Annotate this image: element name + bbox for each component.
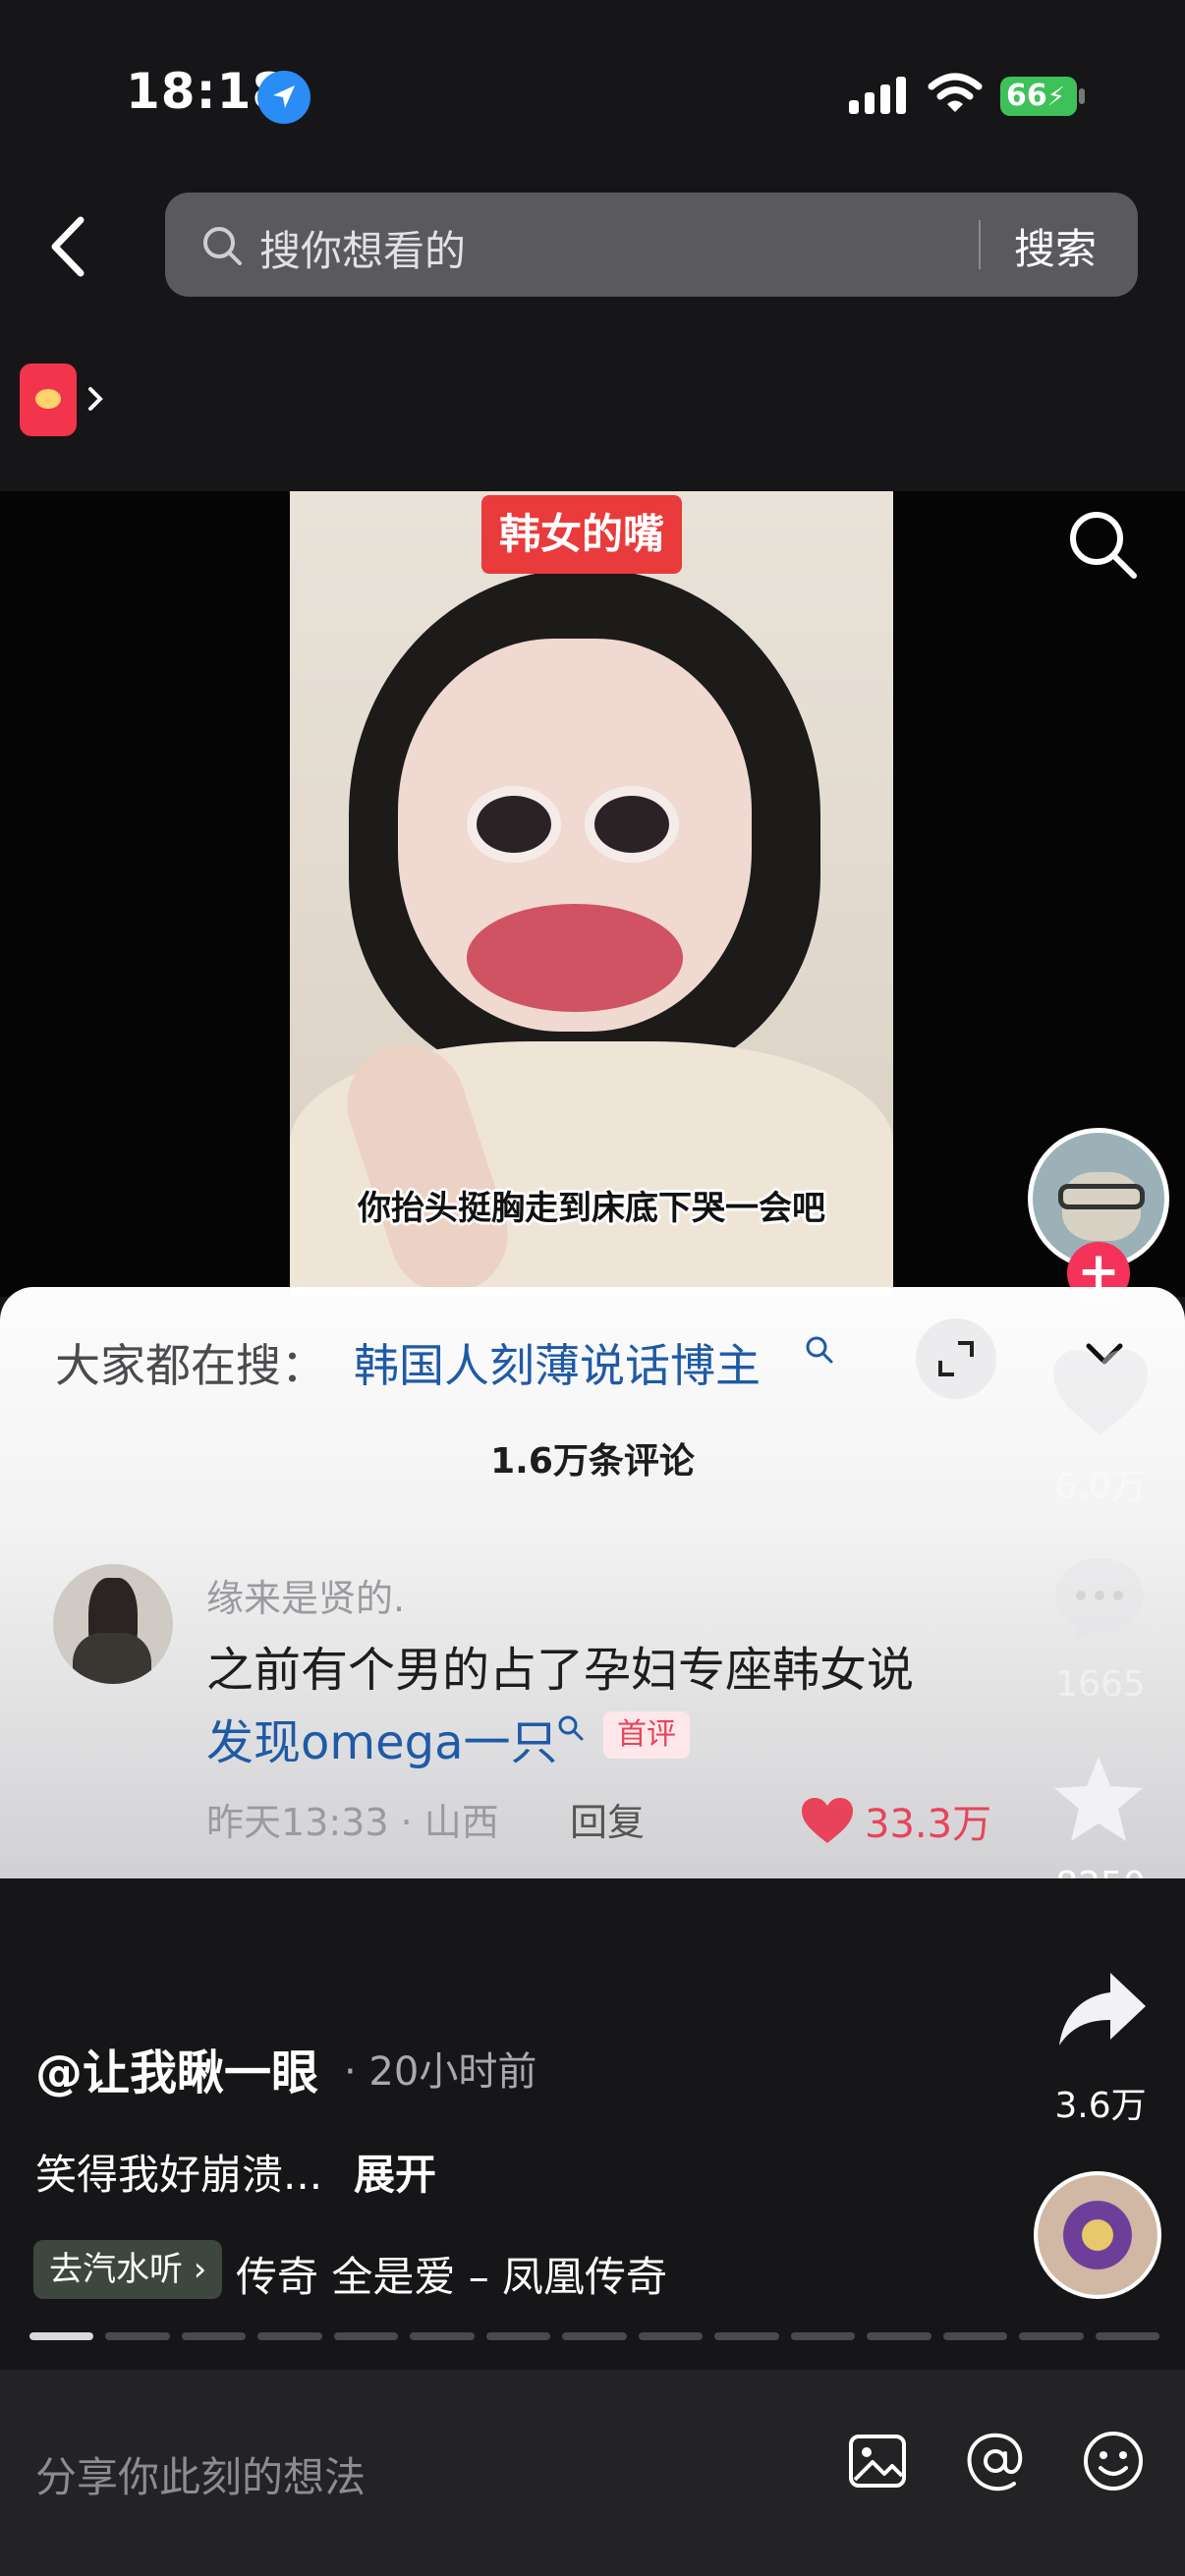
search-icon [558,1715,584,1741]
search-button[interactable]: 搜索 [1014,216,1097,276]
progress-segment [410,2332,475,2340]
avatar[interactable] [53,1564,173,1684]
avatar-glasses [1058,1184,1145,1209]
progress-segment [942,2332,1008,2340]
everyone-searching-link[interactable]: 韩国人刻薄说话博主 [354,1330,761,1395]
back-icon[interactable] [39,212,98,281]
comment-text: 之前有个男的占了孕妇专座韩女说 [206,1643,915,1698]
battery-tip [1079,88,1085,104]
progress-segment [257,2332,322,2340]
search-icon[interactable] [1065,507,1140,582]
mention-at-icon[interactable] [963,2429,1028,2493]
qishui-listen-button[interactable]: 去汽水听 › [33,2240,223,2299]
like-count: 6.0万 [1054,1467,1147,1507]
progress-segment [105,2332,170,2340]
progress-segment [790,2332,856,2340]
battery-level: 66 [1006,79,1047,113]
status-bar: 18:18 66⚡ [0,0,1185,187]
post-author[interactable]: @让我瞅一眼 [35,2034,318,2102]
progress-segment [181,2332,247,2340]
progress-segment [1019,2332,1084,2340]
cellular-signal-icon [849,77,906,114]
comment-like-count: 33.3万 [865,1802,992,1847]
progress-segment [333,2332,399,2340]
comment-bubble-icon[interactable] [1049,1552,1150,1647]
comments-panel: 大家都在搜： 韩国人刻薄说话博主 1.6万条评论 缘来是贤的. 之前有个男的占了… [0,1287,1185,1878]
video-subtitle: 你抬头挺胸走到床底下哭一会吧 [358,1189,825,1228]
expand-icon [938,1341,974,1376]
search-icon [806,1336,833,1364]
location-arrow-icon [257,71,310,124]
progress-segment [29,2332,94,2340]
song-ticker[interactable]: 传奇 全是爱 – 凤凰传奇 [236,2244,717,2304]
comment-input[interactable]: 分享你此刻的想法 [35,2444,366,2504]
progress-segment [562,2332,627,2340]
video-frame: 韩女的嘴 你抬头挺胸走到床底下哭一会吧 [290,491,893,1297]
share-count: 3.6万 [1054,2086,1147,2126]
carousel-progress [29,2332,1160,2340]
emoji-icon[interactable] [1081,2429,1146,2493]
reply-button[interactable]: 回复 [570,1792,645,1846]
search-icon [203,227,242,265]
everyone-searching-label: 大家都在搜： [55,1339,326,1392]
avatar-body [73,1633,151,1684]
progress-segment [485,2332,551,2340]
progress-segment [714,2332,779,2340]
post-time: · 20小时前 [344,2049,537,2095]
share-arrow-icon[interactable] [1055,1969,1148,2047]
comment-author[interactable]: 缘来是贤的. [206,1568,405,1622]
comment-count-title: 1.6万条评论 [490,1441,695,1482]
eye-right [585,786,679,863]
video-title-tag: 韩女的嘴 [481,495,683,574]
search-bar[interactable]: 搜你想看的 搜索 [165,193,1138,297]
post-description: 笑得我好崩溃... [35,2151,323,2199]
red-envelope-icon[interactable] [20,364,77,436]
battery-indicator: 66⚡ [1000,77,1077,116]
expand-button[interactable] [916,1318,996,1399]
favorite-star-icon[interactable] [1049,1753,1148,1847]
video-player[interactable]: 韩女的嘴 你抬头挺胸走到床底下哭一会吧 [0,491,1185,1297]
wifi-icon [928,73,983,112]
eye-left [467,786,561,863]
first-comment-badge: 首评 [603,1711,690,1759]
comment-meta: 昨天13:33 · 山西 [206,1801,499,1844]
search-input[interactable]: 搜你想看的 [259,218,466,278]
comment-input-bar: 分享你此刻的想法 [0,2370,1185,2576]
search-divider [979,220,981,269]
comment-search-link[interactable]: 发现omega一只 [206,1704,558,1772]
expand-description-button[interactable]: 展开 [354,2142,436,2202]
like-heart-icon[interactable] [1049,1346,1152,1438]
lips [467,904,683,1012]
comment-count: 1665 [1055,1664,1146,1705]
progress-segment [638,2332,704,2340]
chevron-right-icon[interactable] [85,377,108,420]
image-icon[interactable] [847,2431,908,2492]
progress-segment [867,2332,931,2340]
music-disc[interactable] [1034,2171,1161,2299]
progress-segment [1095,2332,1160,2340]
heart-icon[interactable] [800,1796,855,1845]
video-face [398,639,752,1032]
